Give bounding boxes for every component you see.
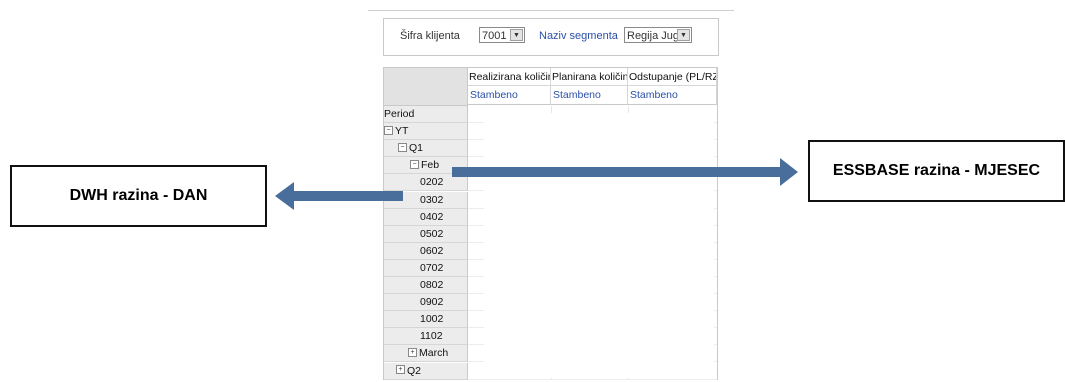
callout-essbase-text: ESSBASE razina - MJESEC: [832, 162, 1041, 179]
callout-dwh-level: DWH razina - DAN: [10, 165, 267, 227]
right-arrow: [452, 158, 798, 186]
left-arrow: [275, 182, 403, 210]
callout-essbase-level: ESSBASE razina - MJESEC: [808, 140, 1065, 202]
callout-dwh-text: DWH razina - DAN: [69, 187, 208, 204]
